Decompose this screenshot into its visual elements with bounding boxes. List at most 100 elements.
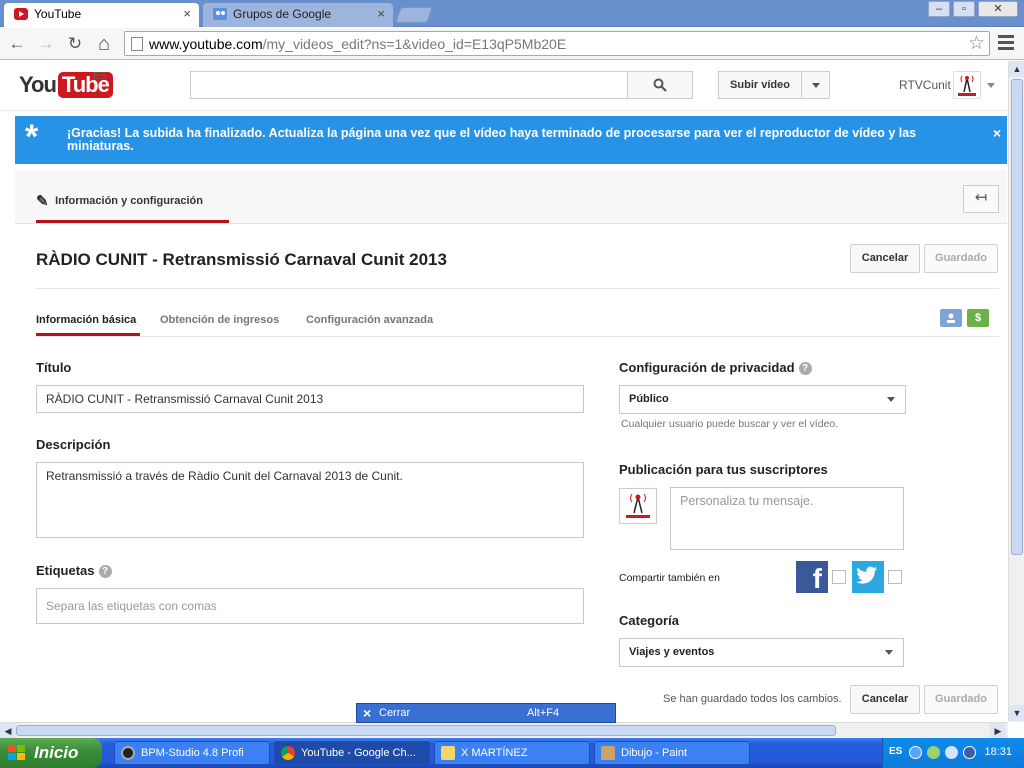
bottom-saved-button[interactable]: Guardado xyxy=(924,685,998,714)
tab-monetization[interactable]: Obtención de ingresos xyxy=(160,314,279,326)
google-groups-favicon-icon xyxy=(213,8,227,20)
video-editor-panel: ✎ Información y configuración ↤ RÀDIO CU… xyxy=(15,170,1007,722)
tags-label-text: Etiquetas xyxy=(36,563,95,578)
tab-title: YouTube xyxy=(34,7,82,21)
task-label: YouTube - Google Ch... xyxy=(301,747,416,759)
url-path: /my_videos_edit?ns=1&video_id=E13qP5Mb20… xyxy=(262,36,567,52)
tab-basic-info[interactable]: Información básica xyxy=(36,314,136,326)
new-tab-button[interactable] xyxy=(395,7,433,23)
tab-advanced-settings[interactable]: Configuración avanzada xyxy=(306,314,433,326)
account-chevron-down-icon[interactable] xyxy=(987,83,995,88)
twitter-icon[interactable] xyxy=(852,561,884,593)
search-button[interactable] xyxy=(627,71,693,99)
chrome-icon xyxy=(281,746,295,760)
scroll-right-icon[interactable]: ▶ xyxy=(990,723,1006,739)
saved-button[interactable]: Guardado xyxy=(924,244,998,273)
task-label: BPM-Studio 4.8 Profi xyxy=(141,747,244,759)
divider xyxy=(36,336,999,337)
twitter-share-checkbox[interactable] xyxy=(888,570,902,584)
facebook-icon[interactable]: f xyxy=(796,561,828,594)
back-icon[interactable]: ← xyxy=(6,33,28,55)
scroll-left-icon[interactable]: ◀ xyxy=(0,723,16,739)
tab-close-icon[interactable]: × xyxy=(377,3,385,25)
subscriber-message-textarea[interactable] xyxy=(670,487,904,550)
tab-grupos-de-google[interactable]: Grupos de Google × xyxy=(203,3,393,27)
tray-app-icon[interactable] xyxy=(963,746,976,759)
privacy-select[interactable]: Público xyxy=(619,385,906,414)
privacy-label: Configuración de privacidad? xyxy=(619,360,812,375)
channel-name[interactable]: RTVCunit xyxy=(899,78,951,92)
asterisk-icon: * xyxy=(25,118,39,156)
tray-arrow-icon[interactable] xyxy=(909,746,922,759)
avatar[interactable] xyxy=(953,71,981,99)
pencil-icon: ✎ xyxy=(36,193,49,210)
help-icon[interactable]: ? xyxy=(98,565,112,578)
youtube-logo[interactable]: You Tube ES xyxy=(19,71,113,100)
task-label: X MARTÍNEZ xyxy=(461,747,528,759)
radio-tower-icon xyxy=(626,493,650,518)
vertical-scroll-thumb[interactable] xyxy=(1011,79,1023,555)
upload-dropdown-button[interactable] xyxy=(801,71,830,99)
tab-youtube[interactable]: YouTube × xyxy=(4,3,199,27)
system-tray: ES 18:31 xyxy=(882,738,1024,768)
home-icon[interactable]: ⌂ xyxy=(93,33,115,55)
logo-region: ES xyxy=(93,71,107,82)
help-icon[interactable]: ? xyxy=(798,362,812,375)
share-label: Compartir también en xyxy=(619,572,720,584)
category-value: Viajes y eventos xyxy=(629,646,715,658)
category-label: Categoría xyxy=(619,613,679,628)
chrome-menu-icon[interactable] xyxy=(998,35,1014,51)
back-to-videos-button[interactable]: ↤ xyxy=(963,185,999,213)
chevron-down-icon xyxy=(885,650,893,655)
windows-logo-icon xyxy=(8,745,25,760)
cancel-button[interactable]: Cancelar xyxy=(850,244,920,273)
screen: YouTube × Grupos de Google × – ▫ ✕ ← → ↻… xyxy=(0,0,1024,768)
task-bpm-studio[interactable]: BPM-Studio 4.8 Profi xyxy=(114,741,270,765)
horizontal-scroll-thumb[interactable] xyxy=(16,725,836,736)
task-youtube-chrome[interactable]: YouTube - Google Ch... xyxy=(274,741,430,765)
scroll-down-icon[interactable]: ▼ xyxy=(1009,705,1024,721)
facebook-share-checkbox[interactable] xyxy=(832,570,846,584)
url-host: www.youtube.com xyxy=(149,36,263,52)
title-label: Título xyxy=(36,360,72,375)
window-close-button[interactable]: ✕ xyxy=(978,1,1018,17)
start-button[interactable]: Inicio xyxy=(0,738,102,768)
reload-icon[interactable]: ↻ xyxy=(64,33,86,55)
tab-info-settings[interactable]: ✎ Información y configuración xyxy=(36,192,203,210)
task-folder[interactable]: X MARTÍNEZ xyxy=(434,741,590,765)
description-textarea[interactable]: Retransmissió a través de Ràdio Cunit de… xyxy=(36,462,584,538)
back-arrow-icon: ↤ xyxy=(974,189,988,206)
privacy-hint: Cualquier usuario puede buscar y ver el … xyxy=(621,418,839,430)
restore-button[interactable]: ▫ xyxy=(953,1,975,17)
tags-label: Etiquetas? xyxy=(36,563,112,578)
search-input[interactable] xyxy=(190,71,628,99)
youtube-header: You Tube ES Subir vídeo RTVCunit xyxy=(0,61,1008,111)
bookmark-star-icon[interactable]: ☆ xyxy=(968,32,985,55)
tab-close-icon[interactable]: × xyxy=(183,3,191,25)
scroll-up-icon[interactable]: ▲ xyxy=(1009,61,1024,77)
upload-video-button[interactable]: Subir vídeo xyxy=(718,71,802,99)
paint-icon xyxy=(601,746,615,760)
horizontal-scrollbar[interactable]: ◀ ▶ xyxy=(0,722,1008,739)
subscribers-label: Publicación para tus suscriptores xyxy=(619,462,828,477)
language-indicator[interactable]: ES xyxy=(889,746,902,757)
close-window-menu-item[interactable]: × Cerrar Alt+F4 xyxy=(356,703,616,723)
close-label: Cerrar xyxy=(379,707,411,719)
bottom-cancel-button[interactable]: Cancelar xyxy=(850,685,920,714)
chevron-down-icon xyxy=(887,397,895,402)
chevron-down-icon xyxy=(812,83,820,88)
vertical-scrollbar[interactable]: ▲ ▼ xyxy=(1008,61,1024,722)
forward-icon[interactable]: → xyxy=(35,33,57,55)
notice-close-icon[interactable]: × xyxy=(993,125,1001,141)
monetize-dollar-icon[interactable]: $ xyxy=(967,309,989,327)
volume-icon[interactable] xyxy=(945,746,958,759)
privacy-label-text: Configuración de privacidad xyxy=(619,360,795,375)
minimize-button[interactable]: – xyxy=(928,1,950,17)
tags-input[interactable] xyxy=(36,588,584,624)
address-bar[interactable]: www.youtube.com/my_videos_edit?ns=1&vide… xyxy=(124,31,990,56)
category-select[interactable]: Viajes y eventos xyxy=(619,638,904,667)
task-paint[interactable]: Dibujo - Paint xyxy=(594,741,750,765)
network-icon[interactable] xyxy=(927,746,940,759)
title-input[interactable] xyxy=(36,385,584,413)
user-upload-icon[interactable] xyxy=(940,309,962,327)
